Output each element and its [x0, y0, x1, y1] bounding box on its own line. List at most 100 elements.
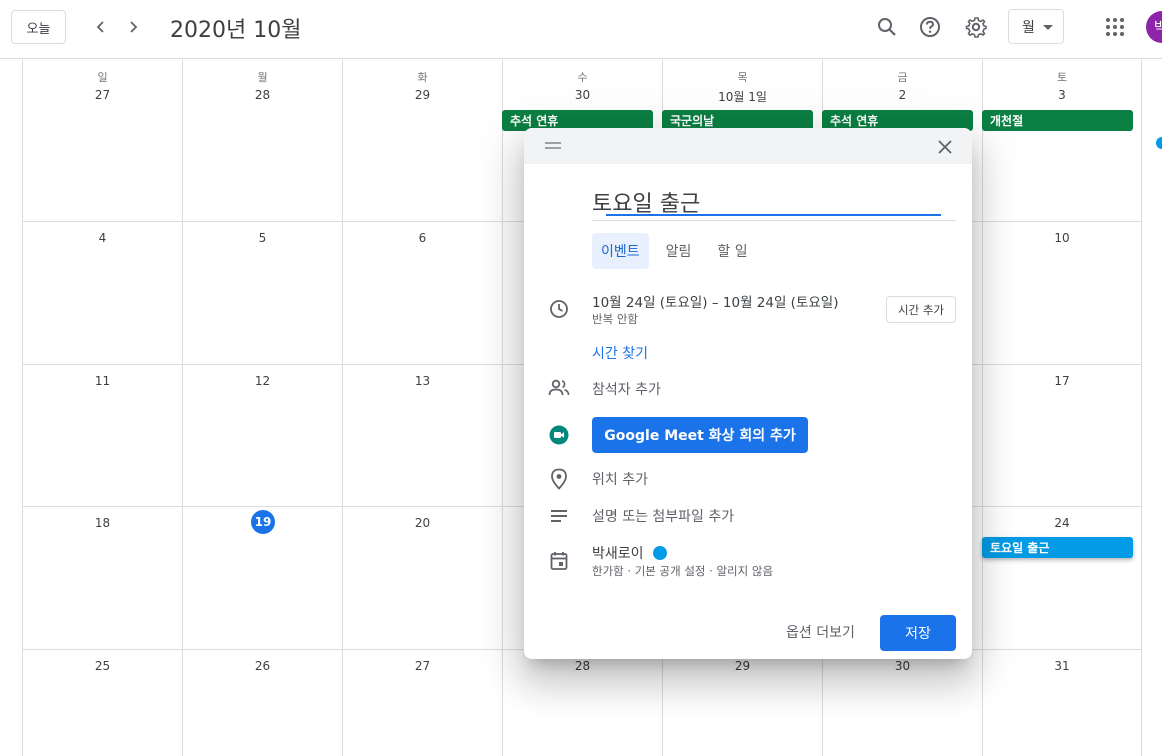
- add-description-field[interactable]: 설명 또는 첨부파일 추가: [592, 506, 734, 526]
- day-number[interactable]: 4: [23, 231, 182, 245]
- weekday-header: 월: [257, 71, 268, 84]
- day-cell[interactable]: 28: [502, 650, 662, 756]
- caret-down-icon: [1043, 25, 1053, 30]
- description-lines-icon: [548, 505, 570, 527]
- day-cell[interactable]: 20: [342, 507, 502, 649]
- view-selector-label: 월: [1022, 19, 1035, 36]
- help-button[interactable]: [915, 12, 945, 42]
- event-chip-foundation-day[interactable]: 개천절: [982, 110, 1133, 131]
- clock-icon: [548, 298, 570, 320]
- day-cell[interactable]: 19: [182, 507, 342, 649]
- add-time-button[interactable]: 시간 추가: [886, 296, 956, 323]
- quick-event-dialog: 이벤트 알림 할 일 10월 24일 (토요일) – 10월 24일 (토요일)…: [524, 128, 972, 659]
- day-number[interactable]: 26: [183, 659, 342, 673]
- week-row: 25 26 27 28 29 30 31: [22, 650, 1142, 756]
- dialog-drag-bar[interactable]: [524, 128, 972, 164]
- today-button[interactable]: 오늘: [11, 10, 66, 44]
- day-cell[interactable]: 6: [342, 222, 502, 364]
- day-number[interactable]: 28: [183, 88, 342, 102]
- add-guests-field[interactable]: 참석자 추가: [592, 379, 661, 399]
- close-button[interactable]: [932, 134, 958, 160]
- today-date-marker[interactable]: 19: [251, 510, 275, 534]
- tab-event[interactable]: 이벤트: [592, 233, 649, 269]
- view-selector[interactable]: 월: [1008, 9, 1064, 44]
- day-cell[interactable]: 월 28: [182, 60, 342, 221]
- day-number[interactable]: 28: [503, 659, 662, 673]
- day-cell[interactable]: 18: [22, 507, 182, 649]
- add-google-meet-button[interactable]: Google Meet 화상 회의 추가: [592, 417, 808, 453]
- day-number[interactable]: 31: [983, 659, 1141, 673]
- day-number[interactable]: 27: [23, 88, 182, 102]
- day-cell[interactable]: 17: [982, 365, 1142, 506]
- day-cell[interactable]: 25: [22, 650, 182, 756]
- day-number[interactable]: 29: [663, 659, 822, 673]
- next-month-button[interactable]: [118, 12, 148, 42]
- drag-handle-icon[interactable]: [545, 142, 561, 152]
- day-cell[interactable]: 26: [182, 650, 342, 756]
- day-cell[interactable]: 30: [822, 650, 982, 756]
- day-number[interactable]: 24: [983, 516, 1141, 530]
- day-number[interactable]: 5: [183, 231, 342, 245]
- day-number[interactable]: 18: [23, 516, 182, 530]
- day-number[interactable]: 12: [183, 374, 342, 388]
- location-pin-icon: [548, 468, 570, 490]
- weekday-header: 화: [417, 71, 428, 84]
- day-number[interactable]: 27: [343, 659, 502, 673]
- event-date-range[interactable]: 10월 24일 (토요일) – 10월 24일 (토요일): [592, 291, 838, 311]
- calendar-visibility-settings[interactable]: 한가함 · 기본 공개 설정 · 알리지 않음: [592, 563, 773, 579]
- previous-month-button[interactable]: [86, 12, 116, 42]
- day-number[interactable]: 2: [823, 88, 982, 102]
- event-chip-saturday-work[interactable]: 토요일 출근: [982, 537, 1133, 558]
- day-number[interactable]: 10월 1일: [663, 88, 822, 105]
- find-time-link[interactable]: 시간 찾기: [592, 343, 648, 363]
- day-number[interactable]: 25: [23, 659, 182, 673]
- recurrence-selector[interactable]: 반복 안함: [592, 311, 638, 327]
- tab-task[interactable]: 할 일: [708, 233, 756, 269]
- calendar-color-dot: [652, 546, 667, 560]
- day-cell[interactable]: 31: [982, 650, 1142, 756]
- day-cell[interactable]: 5: [182, 222, 342, 364]
- more-options-button[interactable]: 옵션 더보기: [786, 622, 855, 642]
- apps-button[interactable]: [1100, 12, 1130, 42]
- day-number[interactable]: 20: [343, 516, 502, 530]
- top-bar: 오늘 2020년 10월 월 박: [0, 0, 1162, 59]
- day-number[interactable]: 30: [503, 88, 662, 102]
- day-cell[interactable]: 12: [182, 365, 342, 506]
- close-icon: [938, 140, 952, 154]
- day-cell[interactable]: 11: [22, 365, 182, 506]
- day-number[interactable]: 29: [343, 88, 502, 102]
- day-cell[interactable]: 10: [982, 222, 1142, 364]
- chevron-right-icon: [130, 21, 138, 33]
- day-number[interactable]: 10: [983, 231, 1141, 245]
- title-focus-underline: [606, 214, 941, 216]
- weekday-header: 토: [1056, 71, 1068, 84]
- day-cell[interactable]: 일 27: [22, 60, 182, 221]
- day-cell[interactable]: 29: [662, 650, 822, 756]
- save-button[interactable]: 저장: [880, 615, 956, 651]
- day-number[interactable]: 13: [343, 374, 502, 388]
- chevron-left-icon: [96, 21, 104, 33]
- settings-button[interactable]: [961, 12, 991, 42]
- day-number[interactable]: 11: [23, 374, 182, 388]
- day-number[interactable]: 3: [983, 88, 1141, 102]
- month-title: 2020년 10월: [170, 18, 302, 43]
- calendar-selector[interactable]: 박새로이: [592, 543, 667, 563]
- day-cell[interactable]: 토 3: [982, 60, 1142, 221]
- day-cell[interactable]: 24: [982, 507, 1142, 649]
- day-cell[interactable]: 화 29: [342, 60, 502, 221]
- day-number[interactable]: 30: [823, 659, 982, 673]
- partial-event-dot: [1156, 137, 1162, 149]
- google-meet-icon: [548, 424, 570, 446]
- add-location-field[interactable]: 위치 추가: [592, 469, 648, 489]
- search-button[interactable]: [872, 12, 902, 42]
- avatar[interactable]: 박: [1146, 11, 1162, 43]
- day-number[interactable]: 17: [983, 374, 1141, 388]
- tab-reminder[interactable]: 알림: [657, 233, 701, 269]
- day-number[interactable]: 6: [343, 231, 502, 245]
- day-cell[interactable]: 27: [342, 650, 502, 756]
- weekday-header: 목: [737, 71, 748, 84]
- day-cell[interactable]: 13: [342, 365, 502, 506]
- day-cell[interactable]: 4: [22, 222, 182, 364]
- search-icon: [878, 18, 896, 36]
- gear-icon: [965, 17, 987, 38]
